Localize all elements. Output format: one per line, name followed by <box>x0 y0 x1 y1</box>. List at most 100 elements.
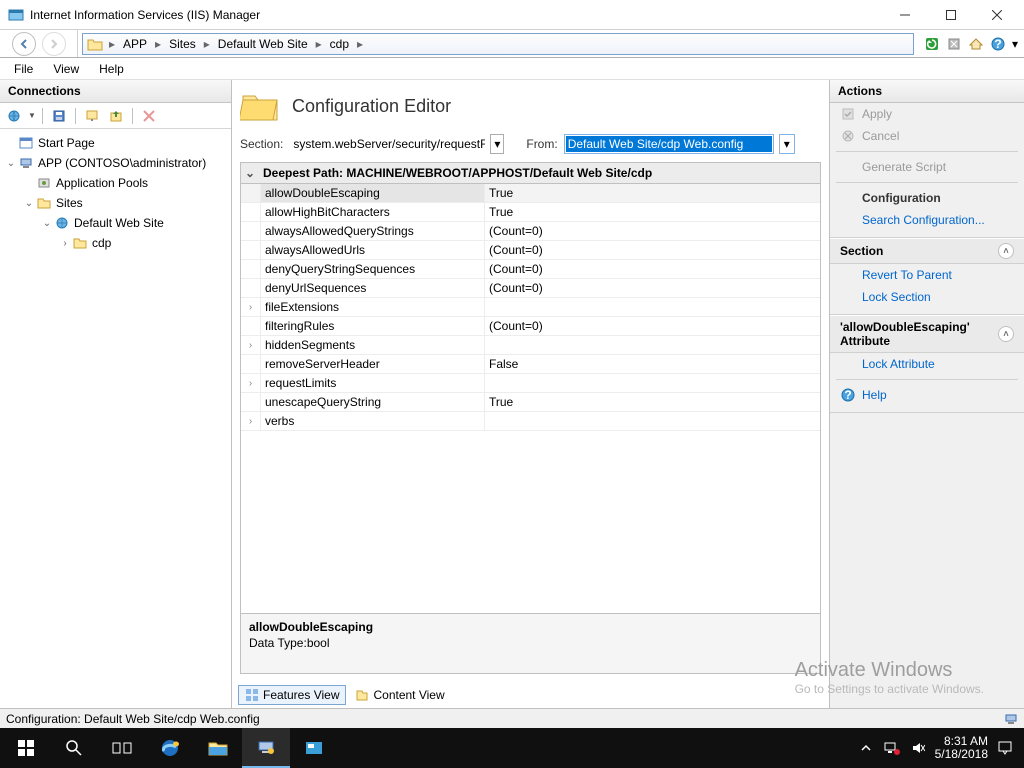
property-row[interactable]: denyUrlSequences(Count=0) <box>241 279 820 298</box>
tray-notifications-icon[interactable] <box>996 739 1014 757</box>
property-row[interactable]: ›fileExtensions <box>241 298 820 317</box>
property-value[interactable]: (Count=0) <box>485 241 820 259</box>
tab-content-view[interactable]: Content View <box>348 685 451 705</box>
section-dropdown-icon[interactable]: ▾ <box>490 134 504 154</box>
tab-features-view[interactable]: Features View <box>238 685 346 705</box>
property-row[interactable]: unescapeQueryStringTrue <box>241 393 820 412</box>
breadcrumb-default-site[interactable]: Default Web Site <box>216 34 310 54</box>
collapse-icon[interactable]: ⌄ <box>40 218 54 229</box>
taskbar-iis-manager[interactable] <box>242 728 290 768</box>
tray-network-icon[interactable] <box>883 739 901 757</box>
tree-app-pools[interactable]: Application Pools <box>0 173 231 193</box>
property-value[interactable]: (Count=0) <box>485 260 820 278</box>
expand-icon[interactable]: › <box>241 412 261 430</box>
main-area: Connections ▼ Start Page ⌄ APP (CONTOSO\… <box>0 80 1024 708</box>
stop-icon[interactable] <box>944 34 964 54</box>
property-row[interactable]: alwaysAllowedUrls(Count=0) <box>241 241 820 260</box>
property-row[interactable]: denyQueryStringSequences(Count=0) <box>241 260 820 279</box>
action-lock-section[interactable]: Lock Section <box>830 286 1024 308</box>
property-value[interactable]: (Count=0) <box>485 279 820 297</box>
property-row[interactable]: ›requestLimits <box>241 374 820 393</box>
taskbar-ie[interactable] <box>146 728 194 768</box>
property-value[interactable]: (Count=0) <box>485 222 820 240</box>
chevron-right-icon[interactable]: ▸ <box>153 37 163 51</box>
taskbar-explorer[interactable] <box>194 728 242 768</box>
refresh-icon[interactable] <box>922 34 942 54</box>
dropdown-icon[interactable]: ▾ <box>1010 34 1020 54</box>
property-row[interactable]: allowDoubleEscapingTrue <box>241 184 820 203</box>
expand-icon[interactable]: › <box>241 298 261 316</box>
breadcrumb-sites[interactable]: Sites <box>167 34 198 54</box>
action-lock-attribute[interactable]: Lock Attribute <box>830 353 1024 375</box>
property-value[interactable] <box>485 336 820 354</box>
property-value[interactable]: True <box>485 184 820 202</box>
action-revert-to-parent[interactable]: Revert To Parent <box>830 264 1024 286</box>
chevron-right-icon[interactable]: ▸ <box>107 37 117 51</box>
property-group-header[interactable]: ⌄ Deepest Path: MACHINE/WEBROOT/APPHOST/… <box>241 163 820 184</box>
task-view-button[interactable] <box>98 728 146 768</box>
property-value[interactable] <box>485 374 820 392</box>
property-row[interactable]: ›verbs <box>241 412 820 431</box>
delete-icon[interactable] <box>139 106 159 126</box>
property-row[interactable]: filteringRules(Count=0) <box>241 317 820 336</box>
forward-button[interactable] <box>42 32 66 56</box>
property-row[interactable]: alwaysAllowedQueryStrings(Count=0) <box>241 222 820 241</box>
taskbar: 8:31 AM 5/18/2018 <box>0 728 1024 768</box>
property-value[interactable] <box>485 412 820 430</box>
connect-icon[interactable] <box>4 106 24 126</box>
tree-start-page[interactable]: Start Page <box>0 133 231 153</box>
section-heading[interactable]: Section ˄ <box>830 238 1024 264</box>
expand-icon[interactable]: › <box>241 336 261 354</box>
menu-help[interactable]: Help <box>91 60 132 78</box>
section-combo[interactable]: system.webServer/security/requestFi <box>289 134 485 154</box>
tray-volume-icon[interactable] <box>909 739 927 757</box>
property-value[interactable] <box>485 298 820 316</box>
property-value[interactable]: False <box>485 355 820 373</box>
close-button[interactable] <box>974 0 1020 30</box>
chevron-right-icon[interactable]: ▸ <box>355 37 365 51</box>
taskbar-clock[interactable]: 8:31 AM 5/18/2018 <box>935 735 988 761</box>
chevron-up-icon[interactable]: ˄ <box>998 243 1014 259</box>
chevron-right-icon[interactable]: ▸ <box>202 37 212 51</box>
search-button[interactable] <box>50 728 98 768</box>
expand-icon[interactable]: › <box>58 238 72 249</box>
tree-cdp[interactable]: › cdp <box>0 233 231 253</box>
chevron-down-icon[interactable]: ▼ <box>28 111 36 120</box>
minimize-button[interactable] <box>882 0 928 30</box>
save-icon[interactable] <box>49 106 69 126</box>
from-combo[interactable]: Default Web Site/cdp Web.config <box>564 134 774 154</box>
maximize-button[interactable] <box>928 0 974 30</box>
start-button[interactable] <box>2 728 50 768</box>
property-value[interactable]: True <box>485 203 820 221</box>
tree-sites[interactable]: ⌄ Sites <box>0 193 231 213</box>
collapse-icon[interactable]: ⌄ <box>22 198 36 209</box>
collapse-icon[interactable]: ⌄ <box>4 158 18 169</box>
tray-up-icon[interactable] <box>857 739 875 757</box>
property-row[interactable]: removeServerHeaderFalse <box>241 355 820 374</box>
tree-default-site[interactable]: ⌄ Default Web Site <box>0 213 231 233</box>
home-icon[interactable] <box>966 34 986 54</box>
breadcrumb-app[interactable]: APP <box>121 34 149 54</box>
breadcrumb-cdp[interactable]: cdp <box>328 34 351 54</box>
from-dropdown-icon[interactable]: ▾ <box>779 134 795 154</box>
up-icon[interactable] <box>106 106 126 126</box>
help-icon[interactable]: ? <box>988 34 1008 54</box>
back-button[interactable] <box>12 32 36 56</box>
address-bar[interactable]: ▸ APP ▸ Sites ▸ Default Web Site ▸ cdp ▸ <box>82 33 914 55</box>
action-help[interactable]: ? Help <box>830 384 1024 406</box>
tree-server[interactable]: ⌄ APP (CONTOSO\administrator) <box>0 153 231 173</box>
collapse-icon[interactable]: ⌄ <box>245 166 257 180</box>
chevron-right-icon[interactable]: ▸ <box>314 37 324 51</box>
taskbar-app[interactable] <box>290 728 338 768</box>
property-value[interactable]: True <box>485 393 820 411</box>
refresh-tree-icon[interactable] <box>82 106 102 126</box>
property-row[interactable]: allowHighBitCharactersTrue <box>241 203 820 222</box>
property-row[interactable]: ›hiddenSegments <box>241 336 820 355</box>
menu-view[interactable]: View <box>45 60 87 78</box>
property-value[interactable]: (Count=0) <box>485 317 820 335</box>
attribute-heading[interactable]: 'allowDoubleEscaping' Attribute ˄ <box>830 315 1024 353</box>
expand-icon[interactable]: › <box>241 374 261 392</box>
menu-file[interactable]: File <box>6 60 41 78</box>
action-search-configuration[interactable]: Search Configuration... <box>830 209 1024 231</box>
chevron-up-icon[interactable]: ˄ <box>998 326 1014 342</box>
